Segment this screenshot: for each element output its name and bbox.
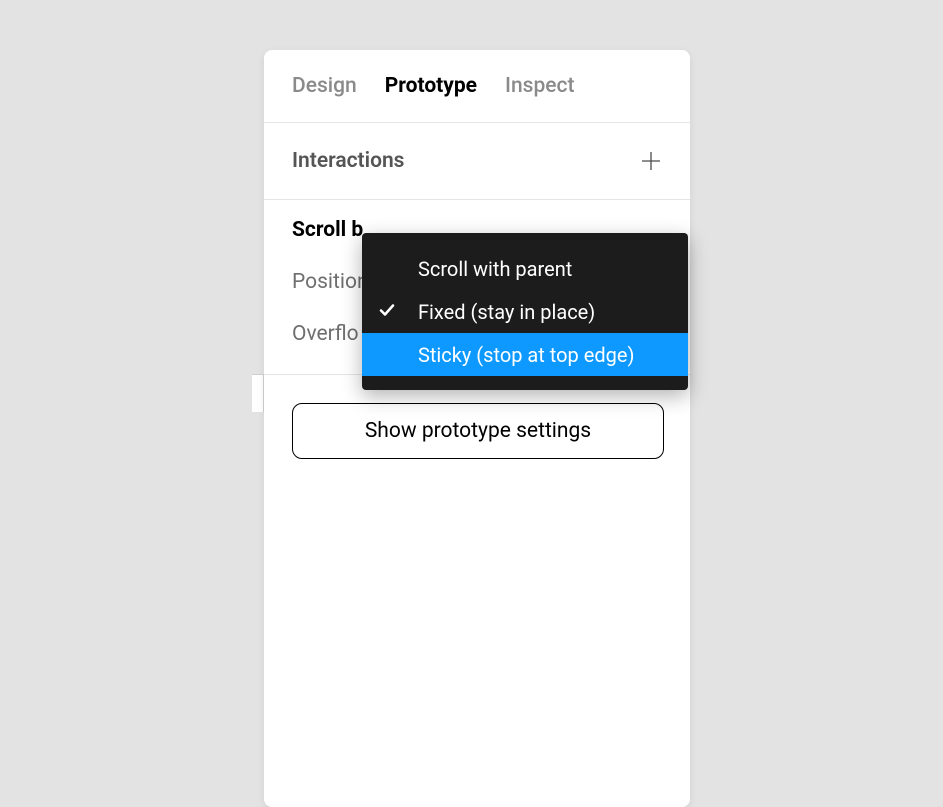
dropdown-option-sticky[interactable]: Sticky (stop at top edge) [362,333,688,376]
panel-tabs: Design Prototype Inspect [264,50,690,123]
check-icon [378,300,396,324]
interactions-title: Interactions [292,149,404,173]
dropdown-option-fixed[interactable]: Fixed (stay in place) [362,290,688,333]
dropdown-option-label: Fixed (stay in place) [418,300,595,324]
dropdown-option-scroll-with-parent[interactable]: Scroll with parent [362,247,688,290]
position-dropdown: Scroll with parent Fixed (stay in place)… [362,233,688,390]
show-prototype-settings-button[interactable]: Show prototype settings [292,403,664,459]
properties-panel: Design Prototype Inspect Interactions Sc… [264,50,690,807]
tab-inspect[interactable]: Inspect [505,74,574,98]
dropdown-option-label: Scroll with parent [418,257,572,281]
plus-icon[interactable] [640,150,662,172]
footer-section: Show prototype settings [264,375,690,487]
dropdown-option-label: Sticky (stop at top edge) [418,343,634,367]
interactions-section: Interactions [264,123,690,200]
tab-prototype[interactable]: Prototype [385,74,477,98]
tab-design[interactable]: Design [292,74,357,98]
adjacent-panel-edge [252,374,264,412]
check-slot [378,300,418,324]
